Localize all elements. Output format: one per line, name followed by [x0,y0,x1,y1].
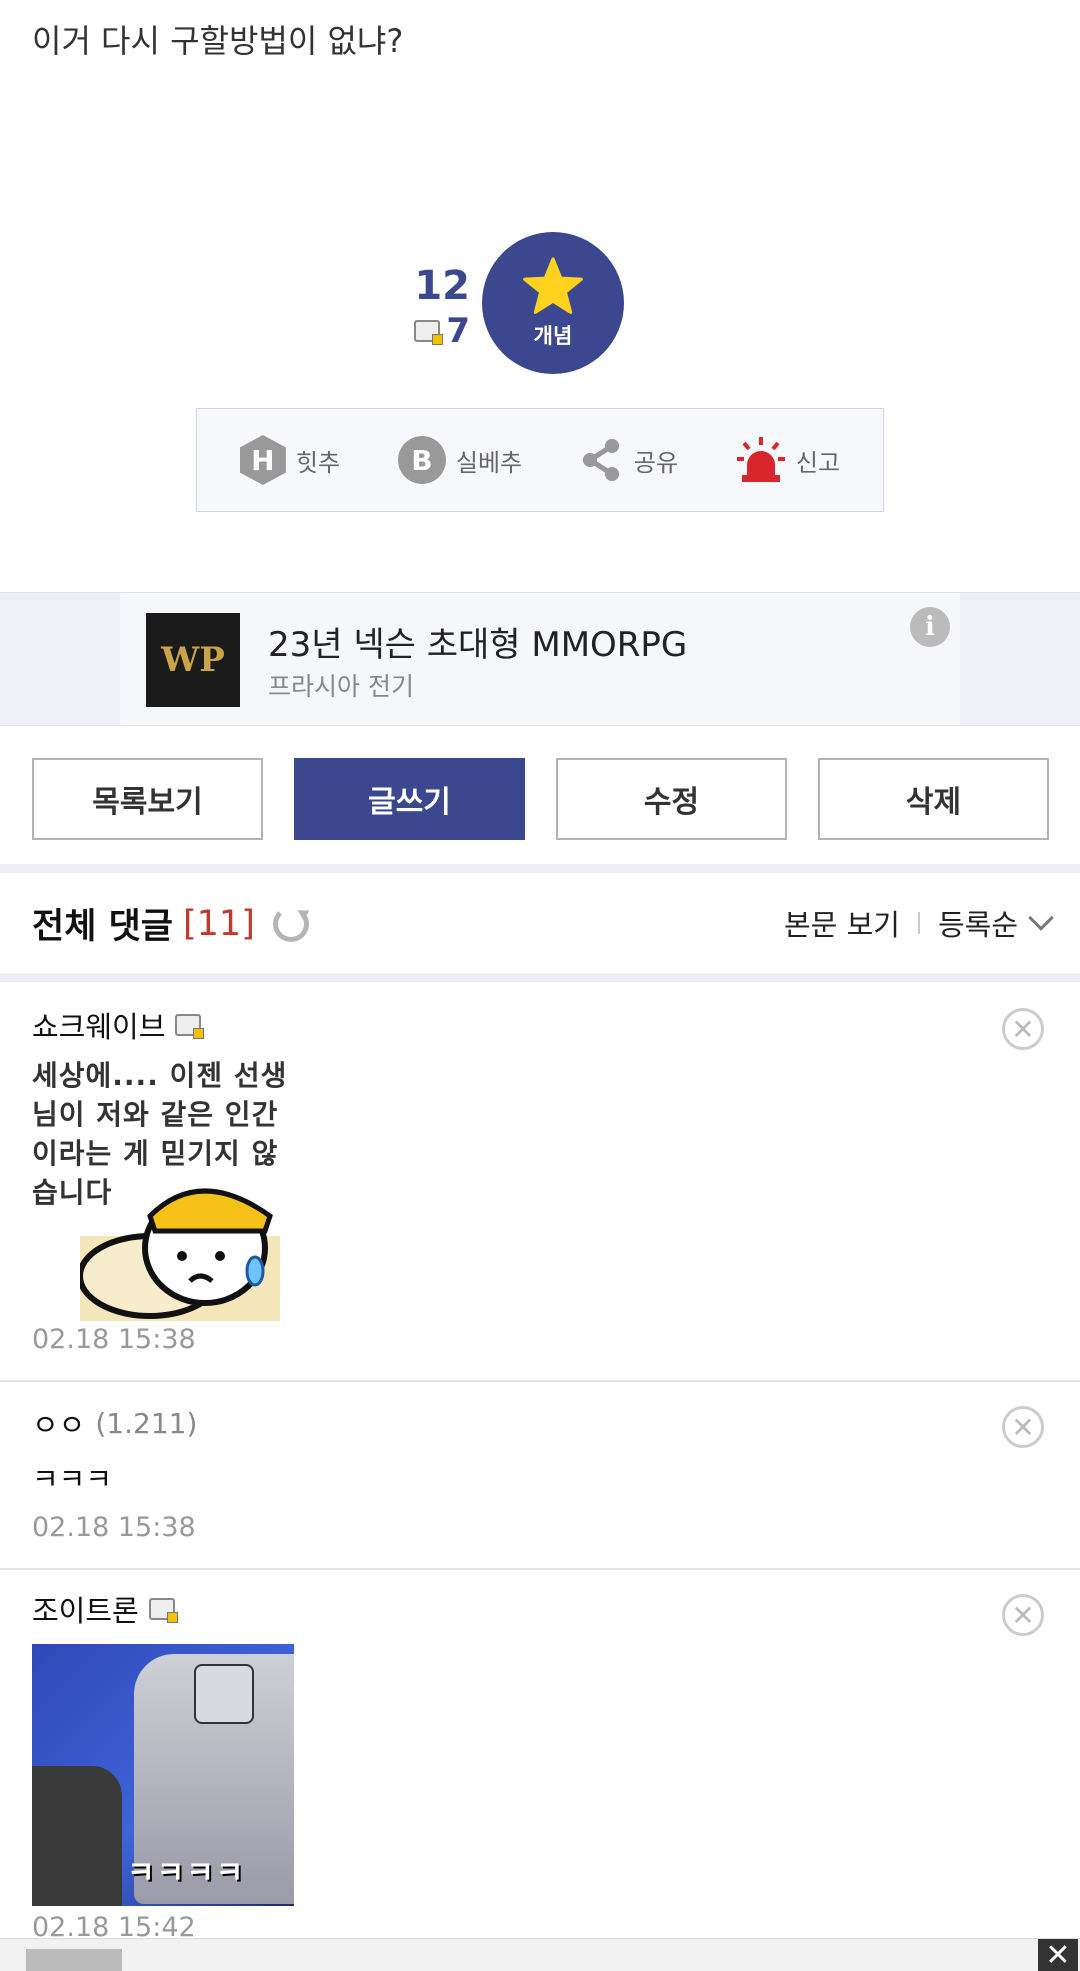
ad-content[interactable]: WP 23년 넥슨 초대형 MMORPG 프라시아 전기 i [120,593,960,725]
ad-title[interactable]: 23년 넥슨 초대형 MMORPG [268,617,687,666]
view-body-link[interactable]: 본문 보기 [784,902,900,944]
report-button[interactable]: 신고 [736,435,840,485]
dccon-image: 세상에.... 이젠 선생님이 저와 같은 인간이라는 게 믿기지 않습니다 [32,1056,292,1321]
comments-title: 전체 댓글 [32,907,173,947]
robot-face [194,1664,254,1724]
dccon-image: ㅋㅋㅋㅋ [32,1644,294,1906]
comment-item: ㅇㅇ (1.211) ✕ ㅋㅋㅋ 02.18 15:38 [0,1382,1080,1570]
comments-controls: 본문 보기 등록순 [784,902,1054,944]
sort-select[interactable]: 등록순 [938,902,1018,944]
fixed-member-icon [148,1598,178,1623]
hit-recommend-button[interactable]: H 힛추 [239,435,341,485]
recommend-counts: 12 7 [380,262,470,352]
comment-author-ip: (1.211) [95,1406,198,1440]
fixed-member-icon [175,1014,205,1039]
dccon-caption: 세상에.... 이젠 선생님이 저와 같은 인간이라는 게 믿기지 않습니다 [32,1059,288,1209]
recommend-count: 12 [414,263,470,309]
chevron-down-icon[interactable] [1028,905,1054,931]
ad-subtitle: 프라시아 전기 [268,672,414,701]
dark-robot-illustration [32,1766,122,1906]
share-label: 공유 [633,448,679,477]
ad-info-icon[interactable]: i [910,607,950,647]
divider [917,912,920,934]
delete-comment-icon[interactable]: ✕ [1002,1406,1044,1448]
comment-time: 02.18 15:38 [32,1324,196,1355]
ad-banner[interactable]: WP 23년 넥슨 초대형 MMORPG 프라시아 전기 i [0,592,1080,726]
post-body-text: 이거 다시 구할방법이 없냐? [32,22,404,60]
list-button[interactable]: 목록보기 [32,758,263,840]
comment-text: ㅋㅋㅋ [32,1462,113,1496]
recommend-button[interactable]: 개념 [482,232,624,374]
section-divider [0,864,1080,873]
share-button[interactable]: 공유 [580,437,678,483]
fixed-recommend: 7 [380,310,470,352]
delete-comment-icon[interactable]: ✕ [1002,1594,1044,1636]
best-recommend-label: 실베추 [455,448,523,477]
write-button[interactable]: 글쓰기 [294,758,525,840]
hit-icon: H [239,435,286,485]
recommend-label: 개념 [533,324,573,348]
comments-count: [11] [183,903,255,944]
star-icon [523,257,583,314]
share-icon [582,439,619,481]
delete-comment-icon[interactable]: ✕ [1002,1008,1044,1050]
hit-recommend-label: 힛추 [295,448,341,477]
section-divider [0,973,1080,982]
comment-time: 02.18 15:38 [32,1512,196,1543]
best-recommend-button[interactable]: B 실베추 [397,436,523,484]
comment-author-name[interactable]: 조이트론 [32,1588,139,1630]
fixed-recommend-count: 7 [446,311,470,351]
comment-author[interactable]: 조이트론 [32,1588,178,1630]
comment-author[interactable]: 쇼크웨이브 [32,1004,205,1046]
comment-author-name[interactable]: 쇼크웨이브 [32,1004,165,1046]
comments-header: 전체 댓글 [11] [32,898,309,949]
post-actions: H 힛추 B 실베추 공유 신고 [196,408,884,512]
edit-button[interactable]: 수정 [556,758,787,840]
fixed-member-icon [414,320,444,345]
refresh-icon[interactable] [272,905,309,942]
bottom-ad-thumbnail [26,1949,122,1971]
delete-button[interactable]: 삭제 [818,758,1049,840]
best-icon: B [397,436,446,484]
comment-author[interactable]: ㅇㅇ (1.211) [32,1402,197,1444]
report-label: 신고 [795,448,841,477]
dccon-caption: ㅋㅋㅋㅋ [127,1856,246,1891]
comment-author-name[interactable]: ㅇㅇ [32,1402,85,1444]
close-icon[interactable]: ✕ [1038,1939,1078,1971]
bottom-sticky-ad[interactable]: ✕ [0,1938,1080,1971]
siren-icon [736,437,785,482]
ad-logo: WP [146,613,240,707]
